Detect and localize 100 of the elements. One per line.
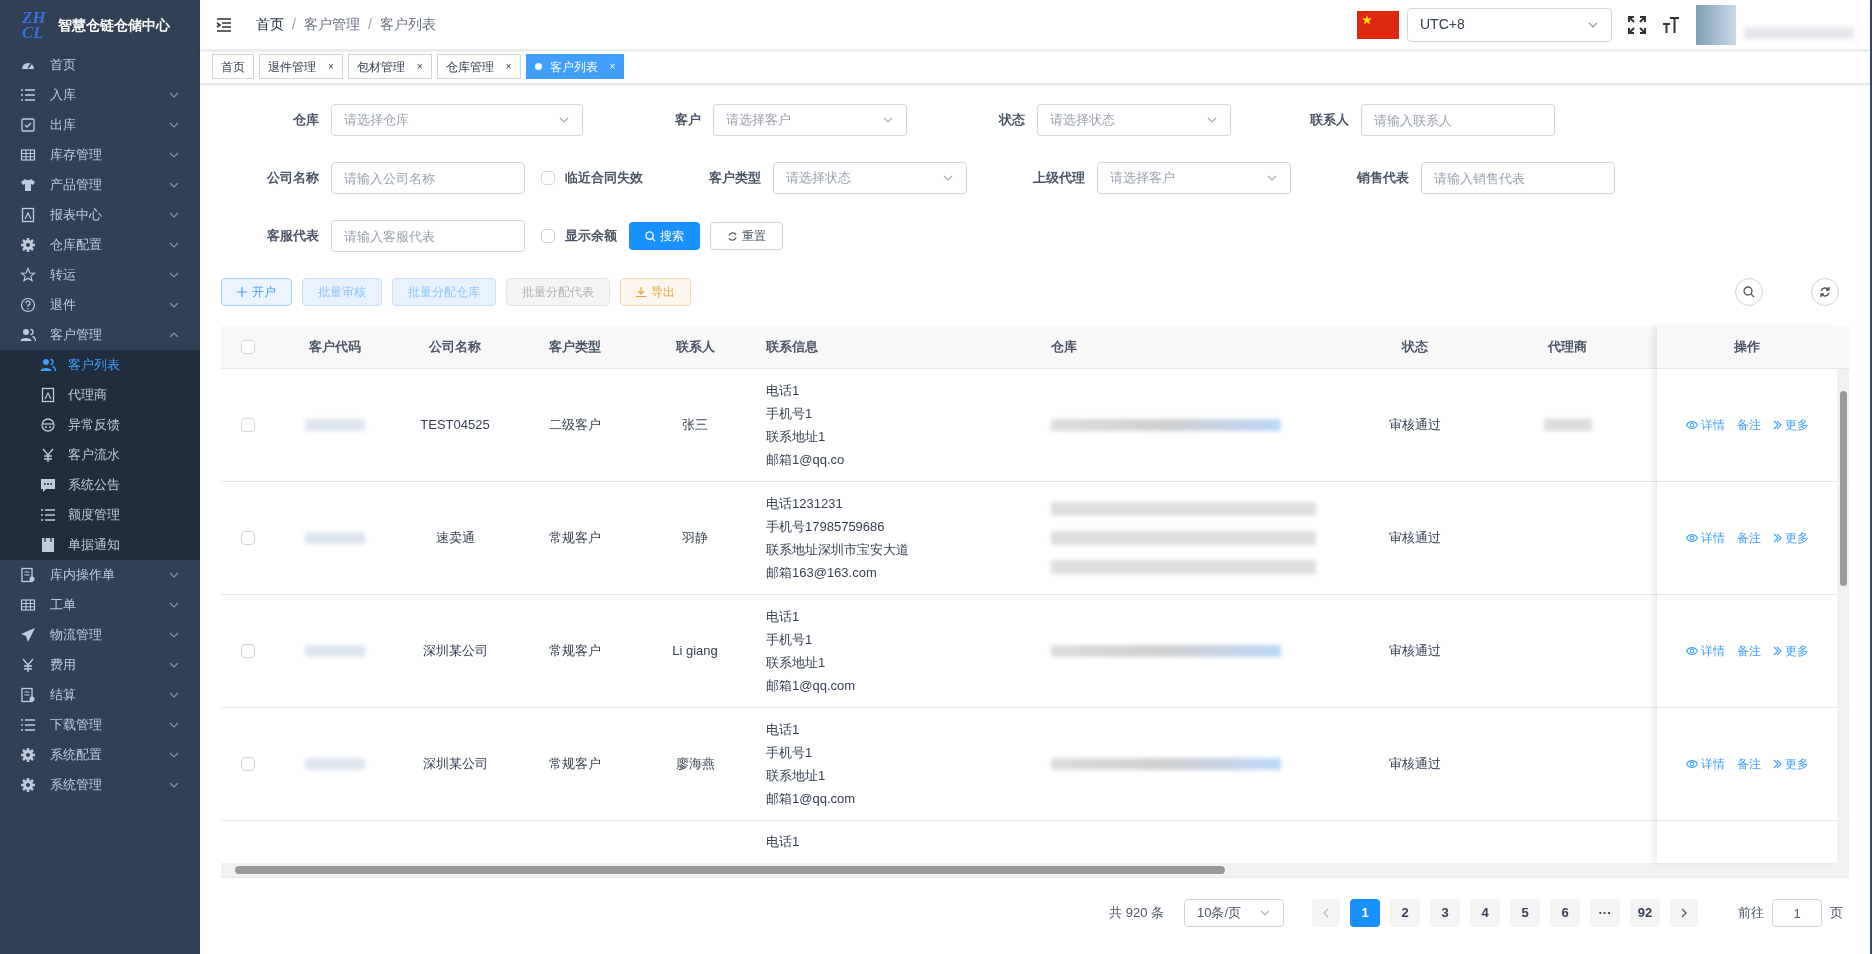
checkbox[interactable]: [241, 340, 255, 354]
timezone-select[interactable]: UTC+8: [1407, 7, 1612, 42]
page-button[interactable]: 92: [1630, 899, 1660, 927]
checkbox[interactable]: [541, 229, 555, 243]
input-field[interactable]: 请输入销售代表: [1421, 162, 1615, 194]
gear-icon: [20, 747, 36, 763]
input-field[interactable]: 请输入客服代表: [331, 220, 525, 252]
help-icon: [20, 297, 36, 313]
checkbox-label[interactable]: 临近合同失效: [565, 168, 643, 188]
frame-icon: [20, 207, 36, 223]
submenu-item[interactable]: 代理商: [0, 380, 200, 410]
menu-item[interactable]: 工单: [0, 590, 200, 620]
menu-item[interactable]: 产品管理: [0, 170, 200, 200]
contact-info-line: 电话1: [766, 833, 801, 851]
close-icon[interactable]: ×: [416, 59, 423, 74]
list-icon: [40, 507, 56, 523]
tab[interactable]: 首页: [212, 54, 254, 79]
users-icon: [40, 357, 56, 373]
menu-item[interactable]: 库内操作单: [0, 560, 200, 590]
status-text: 审核通过: [1389, 755, 1441, 774]
checkbox[interactable]: [241, 644, 255, 658]
page-button[interactable]: ···: [1590, 899, 1620, 927]
tab[interactable]: 包材管理 ×: [347, 54, 432, 79]
column-header: 状态: [1402, 338, 1428, 357]
page-button[interactable]: 2: [1390, 899, 1420, 927]
page-button[interactable]: 6: [1550, 899, 1580, 927]
reset-button[interactable]: 重置: [710, 222, 783, 250]
contact-info-line: 手机号1: [766, 405, 814, 423]
menu-item[interactable]: 系统管理: [0, 770, 200, 800]
app-title: 智慧仓链仓储中心: [57, 15, 170, 35]
table-cell-text: 张三: [682, 416, 708, 435]
tab[interactable]: 仓库管理 ×: [436, 54, 521, 79]
close-icon[interactable]: ×: [505, 59, 512, 74]
submenu-item[interactable]: 额度管理: [0, 500, 200, 530]
input-field[interactable]: 请输入联系人: [1361, 104, 1555, 136]
page-button[interactable]: 3: [1430, 899, 1460, 927]
column-header: 公司名称: [429, 338, 481, 357]
table-cell-text: 深圳某公司: [422, 755, 488, 774]
avatar-placeholder[interactable]: [1696, 4, 1736, 45]
menu-item[interactable]: 系统配置: [0, 740, 200, 770]
font-size-icon[interactable]: [1662, 15, 1680, 34]
submenu-item[interactable]: 客户流水: [0, 440, 200, 470]
contact-info-line: 邮箱1@qq.com: [766, 677, 857, 695]
input-field[interactable]: 请输入公司名称: [331, 162, 525, 194]
menu-item[interactable]: 报表中心: [0, 200, 200, 230]
refresh-icon: [727, 230, 738, 242]
menu-item[interactable]: 客户管理: [0, 320, 200, 350]
checkbox[interactable]: [541, 171, 555, 185]
status-text: 审核通过: [1389, 642, 1441, 661]
menu-item[interactable]: 转运: [0, 260, 200, 290]
chevron-left-icon: [1322, 908, 1330, 918]
checkbox[interactable]: [241, 757, 255, 771]
menu-item[interactable]: 仓库配置: [0, 230, 200, 260]
breadcrumb-item[interactable]: 首页: [256, 14, 284, 35]
submenu-item[interactable]: 系统公告: [0, 470, 200, 500]
field-label: 客户类型: [708, 169, 762, 188]
table-cell-text: 速卖通: [435, 529, 475, 548]
horizontal-scrollbar[interactable]: [221, 863, 1849, 877]
refresh-icon: [1819, 286, 1831, 298]
field-label: 客户: [674, 111, 702, 130]
field-label: 客服代表: [266, 227, 320, 246]
menu-item[interactable]: 首页: [0, 50, 200, 80]
menu-item[interactable]: 退件: [0, 290, 200, 320]
previous-page-button[interactable]: [1312, 899, 1340, 927]
menu-item[interactable]: 费用: [0, 650, 200, 680]
tab[interactable]: 退件管理 ×: [259, 54, 343, 79]
menu-item[interactable]: 物流管理: [0, 620, 200, 650]
china-flag-icon[interactable]: [1357, 10, 1399, 39]
submenu-item[interactable]: 异常反馈: [0, 410, 200, 440]
submenu-item[interactable]: 客户列表: [0, 350, 200, 380]
table-cell-text: 深圳某公司: [422, 642, 488, 661]
menu-item[interactable]: 下载管理: [0, 710, 200, 740]
column-header: 仓库: [1051, 338, 1077, 357]
breadcrumb-item[interactable]: 客户管理: [303, 14, 360, 35]
submenu-item[interactable]: 单据通知: [0, 530, 200, 560]
checkbox[interactable]: [241, 418, 255, 432]
contact-info-line: 联系地址1: [766, 428, 827, 446]
menu-icon[interactable]: [216, 17, 232, 32]
field-label: 销售代表: [1355, 169, 1410, 188]
table-cell-text: TEST04525: [420, 416, 490, 435]
eye-icon: [1685, 759, 1698, 769]
menu-item[interactable]: 出库: [0, 110, 200, 140]
status-text: 审核通过: [1389, 416, 1441, 435]
checkbox-label[interactable]: 显示余额: [565, 226, 617, 246]
fullscreen-icon[interactable]: [1628, 15, 1646, 34]
goto-suffix: 页: [1830, 904, 1843, 923]
page-button[interactable]: 4: [1470, 899, 1500, 927]
vertical-scrollbar[interactable]: [1837, 369, 1849, 863]
close-icon[interactable]: ×: [328, 59, 334, 74]
menu-item[interactable]: 库存管理: [0, 140, 200, 170]
menu-item[interactable]: 结算: [0, 680, 200, 710]
menu-item[interactable]: 入库: [0, 80, 200, 110]
field-label: 联系人: [1309, 111, 1350, 130]
page-button[interactable]: 5: [1510, 899, 1540, 927]
page-size-select[interactable]: 10条/页: [1184, 899, 1284, 927]
yen-icon: [20, 657, 36, 673]
download-icon: [636, 287, 646, 297]
page-input[interactable]: 1: [1772, 899, 1822, 927]
checkbox[interactable]: [241, 531, 255, 545]
next-page-button[interactable]: [1670, 899, 1698, 927]
